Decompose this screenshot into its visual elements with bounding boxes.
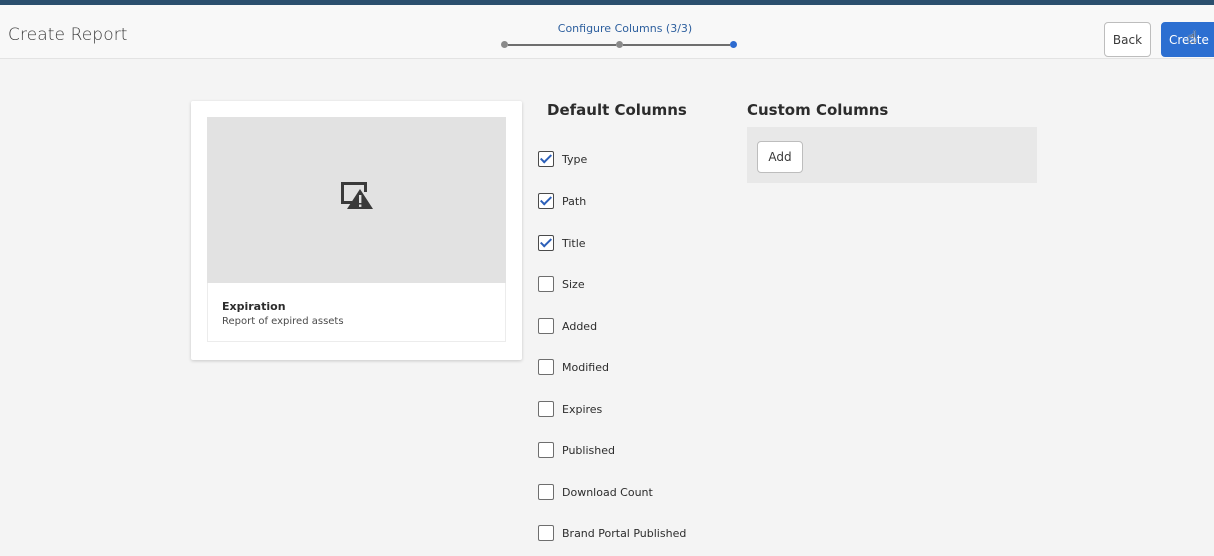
page-title: Create Report	[8, 25, 128, 45]
wizard-progress	[501, 40, 737, 50]
image-warning-icon	[341, 182, 373, 209]
checkbox[interactable]	[538, 193, 554, 209]
wizard-line-1	[508, 44, 616, 46]
column-checkbox-path[interactable]: Path	[538, 192, 586, 210]
create-button[interactable]: Create	[1161, 22, 1214, 57]
checkbox[interactable]	[538, 318, 554, 334]
checkbox[interactable]	[538, 276, 554, 292]
custom-columns-panel: Add	[747, 127, 1037, 183]
checkbox[interactable]	[538, 442, 554, 458]
card-description: Report of expired assets	[222, 316, 344, 327]
column-checkbox-brand-portal-published[interactable]: Brand Portal Published	[538, 524, 686, 542]
column-checkbox-modified[interactable]: Modified	[538, 358, 609, 376]
column-checkbox-size[interactable]: Size	[538, 275, 585, 293]
checkbox[interactable]	[538, 401, 554, 417]
card-title: Expiration	[222, 300, 286, 313]
wizard-step-label: Configure Columns (3/3)	[557, 22, 693, 35]
card-footer: Expiration Report of expired assets	[207, 283, 506, 342]
add-custom-column-button[interactable]: Add	[757, 141, 803, 173]
checkbox[interactable]	[538, 235, 554, 251]
wizard-step-2-dot[interactable]	[616, 41, 623, 48]
wizard-step-3-dot[interactable]	[730, 41, 737, 48]
column-checkbox-expires[interactable]: Expires	[538, 400, 602, 418]
checkbox[interactable]	[538, 151, 554, 167]
default-columns-heading: Default Columns	[547, 101, 687, 119]
checkbox[interactable]	[538, 484, 554, 500]
column-checkbox-title[interactable]: Title	[538, 234, 586, 252]
report-template-card[interactable]: Expiration Report of expired assets	[191, 101, 522, 360]
checkbox[interactable]	[538, 359, 554, 375]
column-checkbox-published[interactable]: Published	[538, 441, 615, 459]
column-checkbox-download-count[interactable]: Download Count	[538, 483, 653, 501]
column-checkbox-type[interactable]: Type	[538, 150, 587, 168]
header-bar: Create Report Configure Columns (3/3) Ba…	[0, 5, 1214, 59]
wizard-line-2	[623, 44, 730, 46]
card-thumbnail	[207, 117, 506, 283]
back-button[interactable]: Back	[1104, 22, 1151, 57]
custom-columns-heading: Custom Columns	[747, 101, 889, 119]
checkbox[interactable]	[538, 525, 554, 541]
column-checkbox-added[interactable]: Added	[538, 317, 597, 335]
wizard-step-1-dot[interactable]	[501, 41, 508, 48]
